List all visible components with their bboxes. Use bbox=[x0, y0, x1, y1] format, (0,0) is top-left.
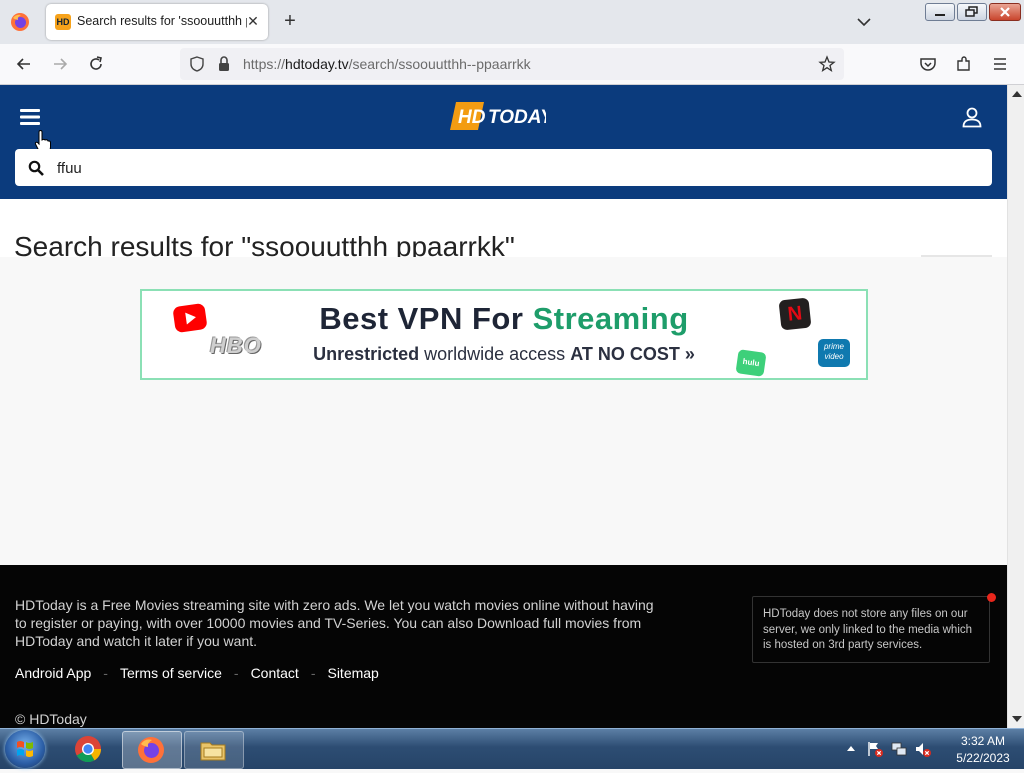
scroll-down-arrow-icon[interactable] bbox=[1012, 716, 1022, 722]
volume-muted-icon[interactable] bbox=[914, 740, 932, 758]
page-scrollbar[interactable] bbox=[1007, 85, 1024, 728]
windows-logo-icon bbox=[17, 741, 33, 757]
footer-disclaimer: HDToday does not store any files on our … bbox=[752, 596, 990, 663]
banner-headline-text: Best VPN For bbox=[319, 301, 524, 336]
tab-close-icon[interactable]: ✕ bbox=[244, 12, 262, 30]
svg-text:TODAY: TODAY bbox=[488, 107, 546, 128]
search-icon[interactable] bbox=[28, 160, 44, 176]
firefox-icon bbox=[138, 737, 164, 763]
app-menu-hamburger-icon[interactable] bbox=[990, 54, 1010, 74]
taskbar-firefox[interactable] bbox=[122, 731, 182, 769]
show-hidden-icons-arrow-icon[interactable] bbox=[846, 744, 856, 752]
tab-title: Search results for 'ssoouutthh p bbox=[77, 14, 247, 28]
close-x-icon bbox=[1000, 7, 1010, 17]
user-account-icon[interactable] bbox=[961, 106, 983, 128]
bookmark-star-icon[interactable] bbox=[818, 55, 836, 73]
network-icon[interactable] bbox=[890, 740, 908, 758]
tracking-protection-shield-icon[interactable] bbox=[188, 55, 206, 73]
taskbar-file-explorer[interactable] bbox=[184, 731, 244, 769]
firefox-menu-icon[interactable] bbox=[10, 12, 30, 32]
browser-tab-active[interactable]: HD Search results for 'ssoouutthh p ✕ bbox=[46, 4, 268, 40]
new-tab-plus-icon[interactable]: + bbox=[280, 11, 300, 33]
notification-dot-icon[interactable] bbox=[987, 593, 996, 602]
back-arrow-icon[interactable] bbox=[14, 54, 34, 74]
site-favicon-icon: HD bbox=[55, 14, 71, 30]
banner-headline: Best VPN For Streaming bbox=[142, 301, 866, 337]
system-tray: 3:32 AM 5/22/2023 bbox=[840, 729, 1024, 769]
site-logo[interactable]: HD TODAY bbox=[450, 99, 555, 133]
list-all-tabs-chevron-icon[interactable] bbox=[852, 12, 876, 32]
hdtoday-logo-icon: HD TODAY bbox=[450, 102, 555, 130]
banner-subline: Unrestricted worldwide access AT NO COST… bbox=[142, 344, 866, 365]
folder-icon bbox=[200, 742, 226, 761]
window-minimize-button[interactable] bbox=[925, 3, 955, 21]
banner-arrow-icon: » bbox=[684, 344, 695, 364]
extensions-puzzle-icon[interactable] bbox=[954, 54, 974, 74]
pocket-icon[interactable] bbox=[918, 54, 938, 74]
browser-navigation-bar: https://hdtoday.tv/search/ssoouutthh--pp… bbox=[0, 44, 1024, 85]
search-box[interactable] bbox=[15, 149, 992, 186]
footer-links: Android App - Terms of service - Contact - Sit… bbox=[15, 665, 379, 681]
footer-link-contact[interactable]: Contact bbox=[251, 665, 299, 681]
url-path: /search/ssoouutthh--ppaarrkk bbox=[348, 56, 531, 72]
url-text: https://hdtoday.tv/search/ssoouutthh--pp… bbox=[243, 56, 531, 72]
footer-link-android-app[interactable]: Android App bbox=[15, 665, 91, 681]
footer-separator: - bbox=[233, 665, 239, 681]
browser-tab-strip: HD Search results for 'ssoouutthh p ✕ + bbox=[0, 0, 1024, 44]
chrome-icon bbox=[75, 736, 102, 763]
scroll-up-arrow-icon[interactable] bbox=[1012, 91, 1022, 97]
site-footer: HDToday is a Free Movies streaming site … bbox=[0, 565, 1007, 728]
banner-sub-bold: AT NO COST bbox=[570, 344, 680, 364]
restore-icon bbox=[965, 6, 978, 17]
clock-time[interactable]: 3:32 AM bbox=[948, 734, 1018, 748]
footer-link-terms[interactable]: Terms of service bbox=[120, 665, 222, 681]
footer-link-sitemap[interactable]: Sitemap bbox=[327, 665, 378, 681]
results-header: Search results for "ssoouutthh ppaarrkk" bbox=[0, 199, 1007, 257]
banner-sub-text: worldwide access bbox=[424, 344, 566, 364]
clock-date[interactable]: 5/22/2023 bbox=[948, 751, 1018, 765]
taskbar-chrome[interactable] bbox=[60, 731, 118, 767]
banner-sub-lead: Unrestricted bbox=[313, 344, 420, 364]
minimize-icon bbox=[935, 14, 945, 16]
footer-copyright: © HDToday bbox=[15, 711, 87, 727]
search-results-title: Search results for "ssoouutthh ppaarrkk" bbox=[14, 231, 515, 257]
site-header: HD TODAY bbox=[0, 85, 1007, 199]
search-input[interactable] bbox=[55, 156, 959, 180]
windows-taskbar: 3:32 AM 5/22/2023 bbox=[0, 728, 1024, 769]
banner-headline-accent: Streaming bbox=[532, 301, 689, 336]
url-domain: hdtoday.tv bbox=[285, 56, 349, 72]
footer-separator: - bbox=[310, 665, 316, 681]
footer-separator: - bbox=[103, 665, 108, 681]
forward-arrow-icon[interactable] bbox=[50, 54, 70, 74]
window-restore-button[interactable] bbox=[957, 3, 987, 21]
footer-about-text: HDToday is a Free Movies streaming site … bbox=[15, 597, 654, 649]
vpn-ad-banner[interactable]: HBO N hulu prime video Best VPN For Stre… bbox=[140, 289, 868, 380]
site-menu-hamburger-icon[interactable] bbox=[20, 108, 40, 126]
window-close-button[interactable] bbox=[989, 3, 1021, 21]
address-bar[interactable]: https://hdtoday.tv/search/ssoouutthh--pp… bbox=[180, 48, 844, 80]
svg-text:HD: HD bbox=[458, 107, 486, 128]
action-center-flag-icon[interactable] bbox=[866, 740, 884, 758]
url-scheme: https:// bbox=[243, 56, 286, 72]
start-button[interactable] bbox=[5, 730, 45, 768]
lock-icon[interactable] bbox=[216, 55, 232, 73]
reload-icon[interactable] bbox=[86, 54, 106, 74]
